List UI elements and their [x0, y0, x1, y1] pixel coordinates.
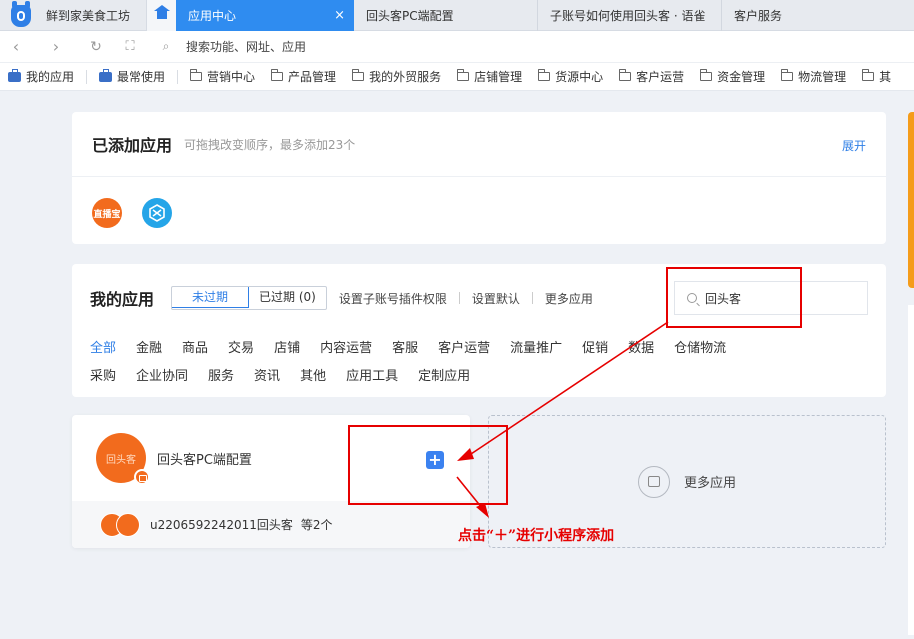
annotation-arrow-head	[476, 503, 489, 518]
annotation-arrow-line	[456, 476, 483, 509]
annotation-arrow-line	[467, 321, 669, 457]
annotation-instruction: 点击“＋”进行小程序添加	[458, 528, 615, 544]
annotation-arrows	[456, 321, 669, 518]
annotation-arrow-head	[457, 448, 474, 461]
